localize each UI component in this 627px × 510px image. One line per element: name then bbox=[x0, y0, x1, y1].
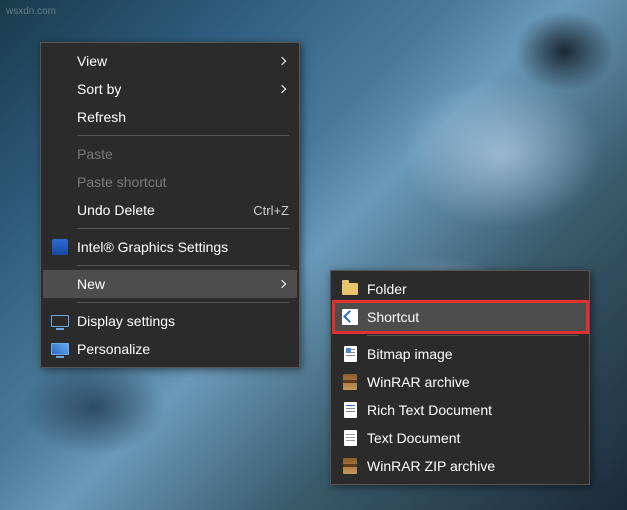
spacer-icon bbox=[47, 144, 73, 164]
menu-label: Shortcut bbox=[363, 309, 579, 325]
spacer-icon bbox=[47, 79, 73, 99]
spacer-icon bbox=[47, 274, 73, 294]
menu-label: Paste bbox=[73, 146, 289, 162]
txt-icon bbox=[337, 428, 363, 448]
menu-label: WinRAR archive bbox=[363, 374, 579, 390]
separator bbox=[367, 335, 579, 336]
display-icon bbox=[47, 311, 73, 331]
menu-item-sort-by[interactable]: Sort by bbox=[43, 75, 297, 103]
new-submenu: Folder Shortcut Bitmap image WinRAR arch… bbox=[330, 270, 590, 485]
chevron-right-icon bbox=[278, 57, 286, 65]
submenu-item-txt[interactable]: Text Document bbox=[333, 424, 587, 452]
menu-label: View bbox=[73, 53, 279, 69]
menu-label: Paste shortcut bbox=[73, 174, 289, 190]
chevron-right-icon bbox=[278, 85, 286, 93]
personalize-icon bbox=[47, 339, 73, 359]
menu-label: Display settings bbox=[73, 313, 289, 329]
menu-item-view[interactable]: View bbox=[43, 47, 297, 75]
menu-item-personalize[interactable]: Personalize bbox=[43, 335, 297, 363]
menu-label: Bitmap image bbox=[363, 346, 579, 362]
spacer-icon bbox=[47, 172, 73, 192]
desktop-context-menu: View Sort by Refresh Paste Paste shortcu… bbox=[40, 42, 300, 368]
separator bbox=[77, 228, 289, 229]
submenu-item-folder[interactable]: Folder bbox=[333, 275, 587, 303]
separator bbox=[77, 135, 289, 136]
spacer-icon bbox=[47, 51, 73, 71]
menu-label: Rich Text Document bbox=[363, 402, 579, 418]
chevron-right-icon bbox=[278, 280, 286, 288]
winrar-icon bbox=[337, 372, 363, 392]
shortcut-icon bbox=[337, 307, 363, 327]
winrar-zip-icon bbox=[337, 456, 363, 476]
keyboard-shortcut: Ctrl+Z bbox=[253, 203, 289, 218]
menu-label: Text Document bbox=[363, 430, 579, 446]
menu-label: Intel® Graphics Settings bbox=[73, 239, 289, 255]
bitmap-icon bbox=[337, 344, 363, 364]
menu-label: Undo Delete bbox=[73, 202, 253, 218]
folder-icon bbox=[337, 279, 363, 299]
separator bbox=[77, 302, 289, 303]
menu-item-display-settings[interactable]: Display settings bbox=[43, 307, 297, 335]
menu-label: Refresh bbox=[73, 109, 289, 125]
separator bbox=[77, 265, 289, 266]
submenu-item-rtf[interactable]: Rich Text Document bbox=[333, 396, 587, 424]
menu-item-new[interactable]: New bbox=[43, 270, 297, 298]
menu-item-paste: Paste bbox=[43, 140, 297, 168]
spacer-icon bbox=[47, 107, 73, 127]
rtf-icon bbox=[337, 400, 363, 420]
submenu-item-bitmap[interactable]: Bitmap image bbox=[333, 340, 587, 368]
menu-item-intel-graphics[interactable]: Intel® Graphics Settings bbox=[43, 233, 297, 261]
menu-label: WinRAR ZIP archive bbox=[363, 458, 579, 474]
submenu-item-winrar-zip[interactable]: WinRAR ZIP archive bbox=[333, 452, 587, 480]
menu-label: New bbox=[73, 276, 279, 292]
spacer-icon bbox=[47, 200, 73, 220]
menu-item-refresh[interactable]: Refresh bbox=[43, 103, 297, 131]
menu-item-undo-delete[interactable]: Undo Delete Ctrl+Z bbox=[43, 196, 297, 224]
submenu-item-winrar[interactable]: WinRAR archive bbox=[333, 368, 587, 396]
menu-label: Sort by bbox=[73, 81, 279, 97]
submenu-item-shortcut[interactable]: Shortcut bbox=[333, 303, 587, 331]
menu-label: Personalize bbox=[73, 341, 289, 357]
menu-item-paste-shortcut: Paste shortcut bbox=[43, 168, 297, 196]
intel-icon bbox=[47, 237, 73, 257]
watermark: wsxdn.com bbox=[6, 6, 56, 17]
menu-label: Folder bbox=[363, 281, 579, 297]
